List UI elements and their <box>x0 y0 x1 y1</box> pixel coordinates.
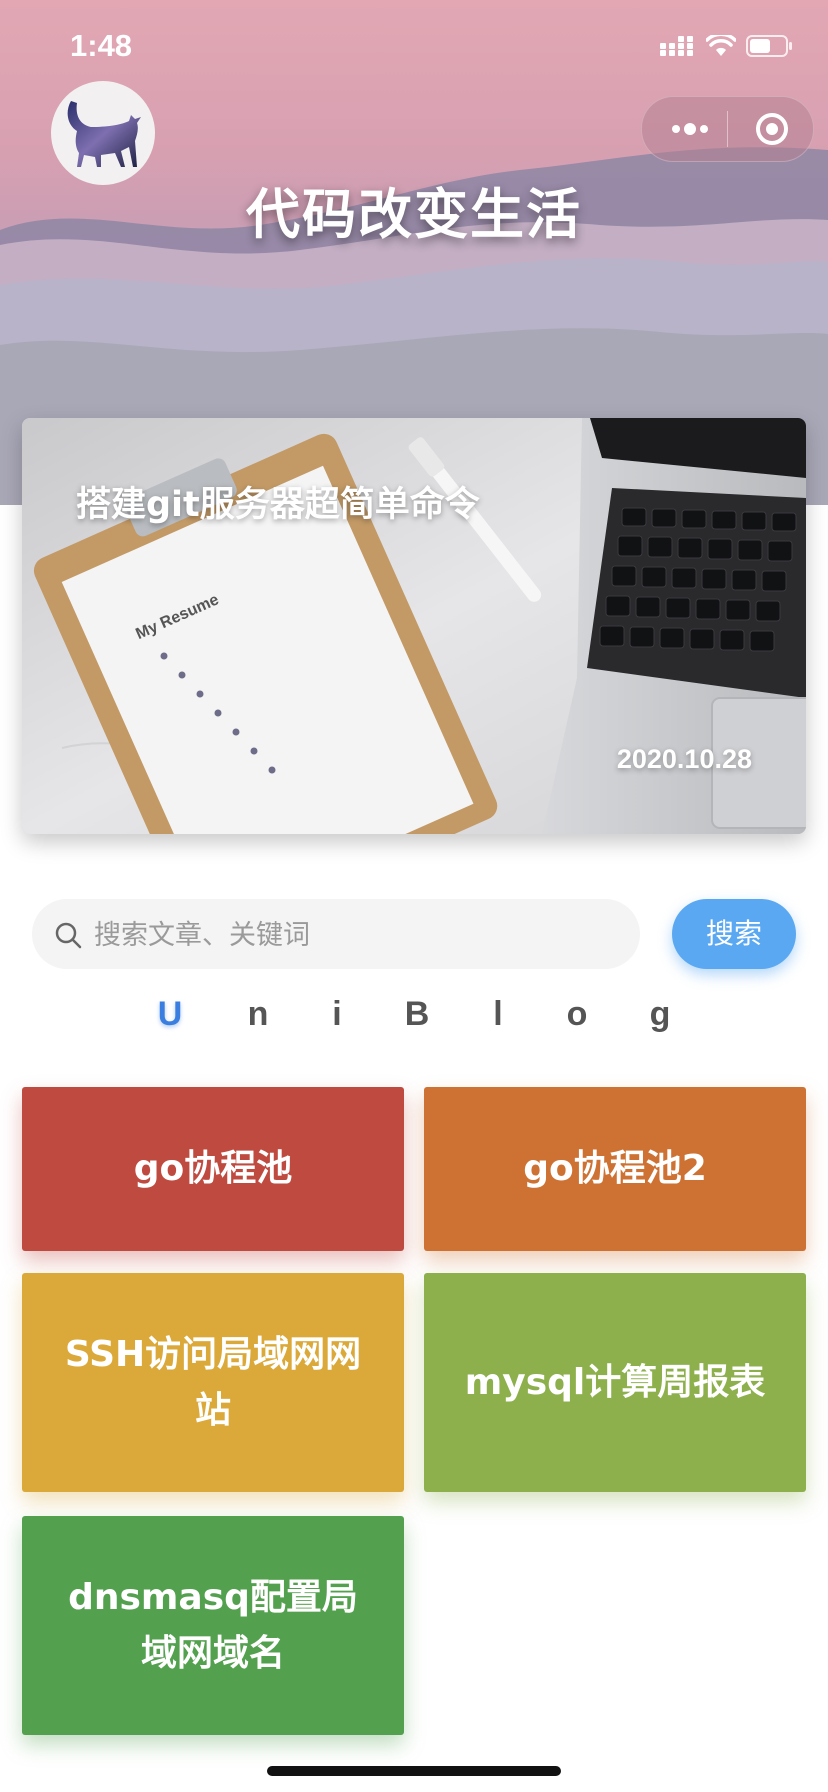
more-icon <box>672 123 708 135</box>
search-input[interactable] <box>92 899 616 971</box>
article-tile[interactable]: mysql计算周报表 <box>424 1273 806 1492</box>
brand-letter-g[interactable]: g <box>640 995 680 1034</box>
wifi-icon <box>706 35 736 56</box>
featured-article-card[interactable]: My Resume 搭建git服务器超简单命令 2020.10.28 <box>22 418 806 834</box>
capsule-divider <box>727 111 728 147</box>
brand-letters: U n i B l o g <box>0 995 828 1055</box>
banner-date: 2020.10.28 <box>616 744 752 774</box>
site-title: 代码改变生活 <box>246 183 582 246</box>
search-icon <box>55 922 82 949</box>
brand-letter-n[interactable]: n <box>238 995 278 1034</box>
home-indicator <box>267 1766 561 1776</box>
cellular-icon <box>660 36 693 56</box>
article-tile[interactable]: dnsmasq配置局域网域名 <box>22 1516 404 1735</box>
article-tile[interactable]: go协程池2 <box>424 1087 806 1251</box>
status-icons <box>660 34 794 58</box>
banner-title: 搭建git服务器超简单命令 <box>76 485 480 525</box>
brand-letter-u[interactable]: U <box>150 995 190 1034</box>
brand-letter-b[interactable]: B <box>397 995 437 1034</box>
status-time: 1:48 <box>70 28 133 63</box>
mini-program-capsule <box>641 96 814 162</box>
article-tile[interactable]: SSH访问局域网网站 <box>22 1273 404 1492</box>
brand-letter-l[interactable]: l <box>478 995 518 1034</box>
close-icon <box>756 113 788 145</box>
close-button[interactable] <box>746 97 798 161</box>
search-box <box>32 899 640 971</box>
search-button[interactable]: 搜索 <box>672 899 796 969</box>
battery-icon <box>746 35 792 57</box>
brand-letter-i[interactable]: i <box>317 995 357 1034</box>
brand-letter-o[interactable]: o <box>557 995 597 1034</box>
more-button[interactable] <box>666 97 714 161</box>
article-tile[interactable]: go协程池 <box>22 1087 404 1251</box>
